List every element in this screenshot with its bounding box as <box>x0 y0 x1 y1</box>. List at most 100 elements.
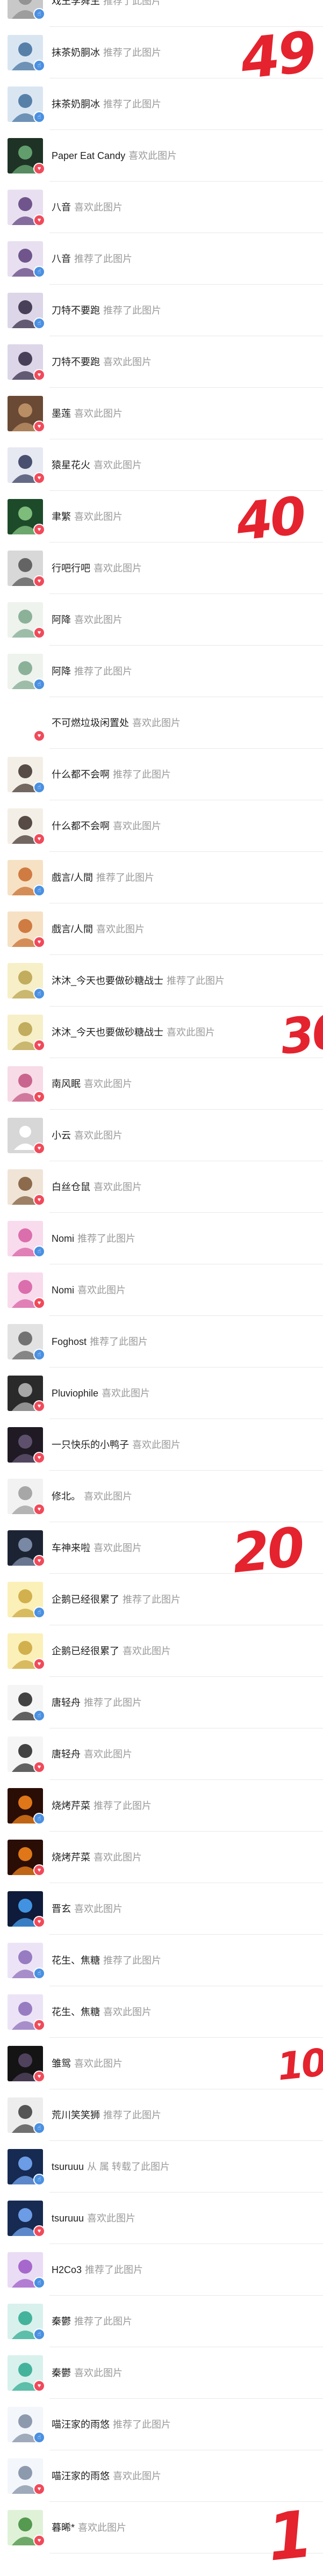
list-item[interactable]: ♥ 刀特不要跑 喜欢此图片 <box>0 336 323 388</box>
username-link[interactable]: 不可燃垃圾闲置处 <box>52 718 129 728</box>
list-item[interactable]: ☝ Foghost 推荐了此图片 <box>0 1316 323 1367</box>
username-link[interactable]: tsuruuu <box>52 2213 84 2224</box>
list-item[interactable]: ☝ 喵汪家的雨悠 推荐了此图片 <box>0 2399 323 2450</box>
list-item[interactable]: ♥ 雏鸳 喜欢此图片 <box>0 2038 323 2089</box>
username-link[interactable]: 八音 <box>52 254 71 264</box>
list-item[interactable]: ♥ 行吧行吧 喜欢此图片 <box>0 542 323 594</box>
username-link[interactable]: Pluviophile <box>52 1388 98 1399</box>
username-link[interactable]: Nomi <box>52 1233 74 1244</box>
username-link[interactable]: 戲言/人間 <box>52 924 93 935</box>
list-item[interactable]: ♥ 喵汪家的雨悠 喜欢此图片 <box>0 2450 323 2502</box>
list-item[interactable]: ☝ Nomi 推荐了此图片 <box>0 1213 323 1264</box>
username-link[interactable]: 刀特不要跑 <box>52 305 100 316</box>
username-link[interactable]: 八音 <box>52 202 71 213</box>
list-item[interactable]: ♥ 企鹅已经很累了 喜欢此图片 <box>0 1625 323 1677</box>
username-link[interactable]: 抹茶奶胴冰 <box>52 99 100 110</box>
action-text: 喜欢此图片 <box>103 357 152 367</box>
username-link[interactable]: 秦鬱 <box>52 2368 71 2378</box>
list-item[interactable]: ♥ 花生、焦糖 喜欢此图片 <box>0 1986 323 2038</box>
username-link[interactable]: 抹茶奶胴冰 <box>52 47 100 58</box>
list-item[interactable]: ☝ 阿降 推荐了此图片 <box>0 646 323 697</box>
username-link[interactable]: 喵汪家的雨悠 <box>52 2419 110 2430</box>
username-link[interactable]: H2Co3 <box>52 2264 82 2275</box>
username-link[interactable]: 烧烤芹菜 <box>52 1800 90 1811</box>
list-item[interactable]: ☝ 秦鬱 推荐了此图片 <box>0 2296 323 2347</box>
list-item[interactable]: ♥ 南风眠 喜欢此图片 <box>0 1058 323 1110</box>
list-item[interactable]: ☝ tsuruuu 从 属 转载了此图片 <box>0 2141 323 2193</box>
list-item[interactable]: ♥ 什么都不会啊 喜欢此图片 <box>0 800 323 852</box>
list-item[interactable]: ♥ 烧烤芹菜 喜欢此图片 <box>0 1832 323 1883</box>
username-link[interactable]: 一只快乐的小鸭子 <box>52 1439 129 1450</box>
username-link[interactable]: 墨莲 <box>52 408 71 419</box>
list-item[interactable]: ♥ 阿降 喜欢此图片 <box>0 594 323 646</box>
username-link[interactable]: 花生、焦糖 <box>52 1955 100 1966</box>
username-link[interactable]: 修北。 <box>52 1491 81 1502</box>
list-item[interactable]: ♥ 修北。 喜欢此图片 <box>0 1471 323 1522</box>
username-link[interactable]: 唐轻舟 <box>52 1697 81 1708</box>
list-item[interactable]: ☝ 烧烤芹菜 推荐了此图片 <box>0 1780 323 1832</box>
username-link[interactable]: 白丝仓鼠 <box>52 1182 90 1192</box>
username-link[interactable]: tsuruuu <box>52 2161 84 2172</box>
list-item[interactable]: ♥ 一只快乐的小鸭子 喜欢此图片 <box>0 1419 323 1471</box>
username-link[interactable]: 什么都不会啊 <box>52 769 110 780</box>
username-link[interactable]: 秦鬱 <box>52 2316 71 2327</box>
list-item[interactable]: ♥ 不可燃垃圾闲置处 喜欢此图片 <box>0 697 323 749</box>
username-link[interactable]: 雏鸳 <box>52 2058 71 2069</box>
activity-text: 唐轻舟 推荐了此图片 <box>52 1697 142 1709</box>
username-link[interactable]: 沐沐_今天也要做砂糖战士 <box>52 1027 163 1038</box>
username-link[interactable]: 小云 <box>52 1130 71 1141</box>
list-item[interactable]: ♥ Nomi 喜欢此图片 <box>0 1264 323 1316</box>
username-link[interactable]: Paper Eat Candy <box>52 150 125 161</box>
username-link[interactable]: 南风眠 <box>52 1079 81 1089</box>
list-item[interactable]: ♥ 晋玄 喜欢此图片 <box>0 1883 323 1935</box>
list-item[interactable]: ☝ 什么都不会啊 推荐了此图片 <box>0 749 323 800</box>
username-link[interactable]: 企鹅已经很累了 <box>52 1646 119 1656</box>
list-item[interactable]: ♥ 猿星花火 喜欢此图片 <box>0 439 323 491</box>
list-item[interactable]: ☝ 沐沐_今天也要做砂糖战士 推荐了此图片 <box>0 955 323 1007</box>
handwritten-count-49: 49 <box>237 19 318 92</box>
list-item[interactable]: ♥ 墨莲 喜欢此图片 <box>0 388 323 439</box>
list-item[interactable]: ♥ Pluviophile 喜欢此图片 <box>0 1367 323 1419</box>
username-link[interactable]: 阿降 <box>52 666 71 677</box>
username-link[interactable]: 聿繁 <box>52 511 71 522</box>
username-link[interactable]: 猿星花火 <box>52 460 90 471</box>
list-item[interactable]: ♥ tsuruuu 喜欢此图片 <box>0 2193 323 2244</box>
username-link[interactable]: 什么都不会啊 <box>52 821 110 831</box>
list-item[interactable]: ☝ 戲言/人間 推荐了此图片 <box>0 852 323 903</box>
username-link[interactable]: 晋玄 <box>52 1904 71 1914</box>
username-link[interactable]: 烧烤芹菜 <box>52 1852 90 1863</box>
activity-text: tsuruuu 喜欢此图片 <box>52 2212 135 2224</box>
list-item[interactable]: ☝ 企鹅已经很累了 推荐了此图片 <box>0 1574 323 1625</box>
username-link[interactable]: 阿降 <box>52 614 71 625</box>
username-link[interactable]: 沐沐_今天也要做砂糖战士 <box>52 975 163 986</box>
username-link[interactable]: 荒川笑笑狮 <box>52 2110 100 2121</box>
action-text: 推荐了此图片 <box>103 47 161 58</box>
list-item[interactable]: ☝ 八音 推荐了此图片 <box>0 233 323 285</box>
list-item[interactable]: ♥ 秦鬱 喜欢此图片 <box>0 2347 323 2399</box>
username-link[interactable]: 唐轻舟 <box>52 1749 81 1760</box>
username-link[interactable]: 行吧行吧 <box>52 563 90 574</box>
list-item[interactable]: ☝ 刀特不要跑 推荐了此图片 <box>0 285 323 336</box>
username-link[interactable]: 车神来啦 <box>52 1543 90 1553</box>
username-link[interactable]: 喵汪家的雨悠 <box>52 2471 110 2481</box>
list-item[interactable]: ♥ 戲言/人間 喜欢此图片 <box>0 903 323 955</box>
username-link[interactable]: 刀特不要跑 <box>52 357 100 367</box>
list-item[interactable]: ♥ 八音 喜欢此图片 <box>0 182 323 233</box>
list-item[interactable]: ♥ Paper Eat Candy 喜欢此图片 <box>0 130 323 182</box>
list-item[interactable]: ♥ 小云 喜欢此图片 <box>0 1110 323 1161</box>
list-item[interactable]: ♥ 白丝仓鼠 喜欢此图片 <box>0 1161 323 1213</box>
list-item[interactable]: ☝ H2Co3 推荐了此图片 <box>0 2244 323 2296</box>
username-link[interactable]: 花生、焦糖 <box>52 2007 100 2017</box>
username-link[interactable]: 戏王李舜生 <box>52 0 100 6</box>
list-item[interactable]: ☝ 唐轻舟 推荐了此图片 <box>0 1677 323 1728</box>
list-item[interactable]: ☝ 荒川笑笑狮 推荐了此图片 <box>0 2089 323 2141</box>
username-link[interactable]: Nomi <box>52 1285 74 1296</box>
username-link[interactable]: Foghost <box>52 1336 87 1347</box>
list-item[interactable]: ☝ 花生、焦糖 推荐了此图片 <box>0 1935 323 1986</box>
username-link[interactable]: 企鹅已经很累了 <box>52 1594 119 1605</box>
username-link[interactable]: 戲言/人間 <box>52 872 93 883</box>
activity-text: 猿星花火 喜欢此图片 <box>52 459 142 471</box>
username-link[interactable]: 暮晞* <box>52 2522 75 2533</box>
list-item[interactable]: ♥ 沐沐_今天也要做砂糖战士 喜欢此图片 <box>0 1007 323 1058</box>
list-item[interactable]: ♥ 唐轻舟 喜欢此图片 <box>0 1728 323 1780</box>
